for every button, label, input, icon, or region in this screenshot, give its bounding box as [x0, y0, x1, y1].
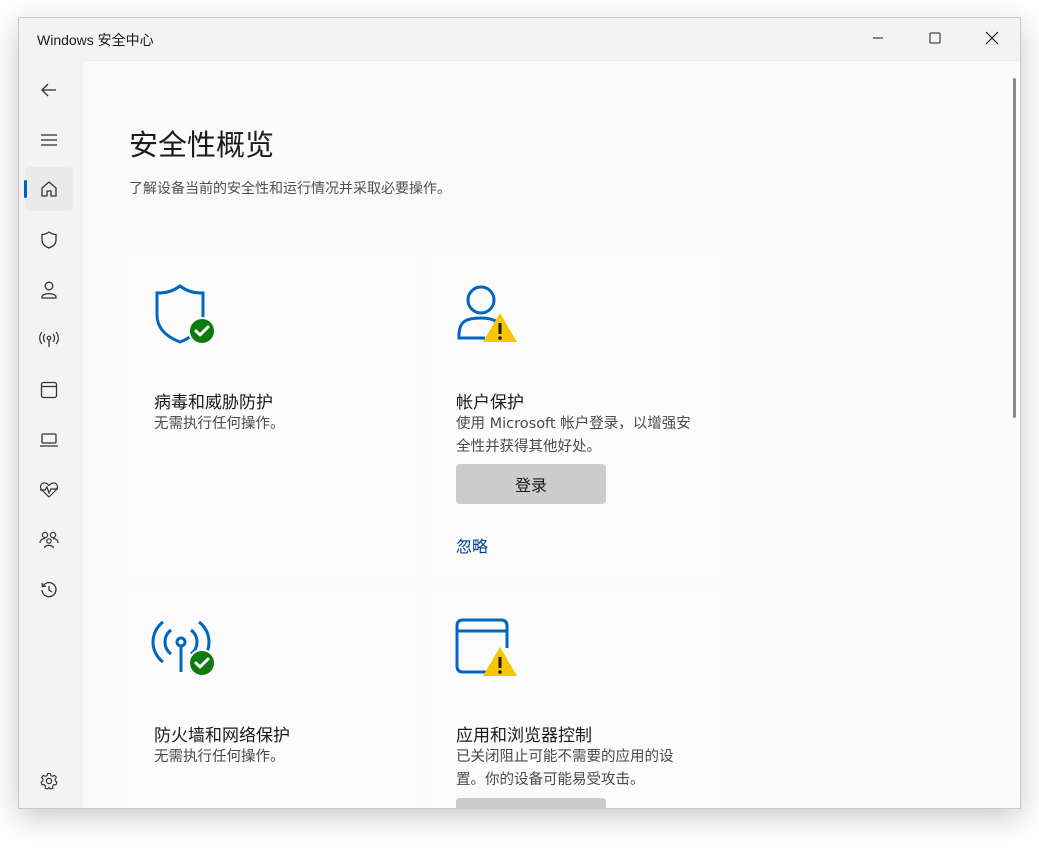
antenna-check-icon	[151, 620, 216, 677]
hamburger-menu-icon	[41, 134, 57, 146]
history-icon	[41, 582, 57, 598]
wireless-antenna-icon	[39, 331, 59, 347]
card-title: 应用和浏览器控制	[456, 726, 592, 746]
sidebar-item-account-protection[interactable]	[25, 268, 73, 312]
card-description: 无需执行任何操作。	[154, 749, 285, 765]
heart-pulse-icon	[39, 482, 59, 498]
minimize-button[interactable]	[849, 18, 906, 58]
page-title: 安全性概览	[129, 128, 275, 162]
back-button[interactable]	[25, 68, 73, 112]
card-description: 无需执行任何操作。	[154, 416, 285, 432]
person-icon	[41, 281, 57, 299]
scrollbar-thumb[interactable]	[1013, 78, 1016, 418]
window-warning-icon	[455, 618, 517, 676]
page-subtitle: 了解设备当前的安全性和运行情况并采取必要操作。	[129, 181, 451, 197]
card-title: 防火墙和网络保护	[154, 726, 290, 746]
app-window: Windows 安全中心 安全性概览 了解设备当前的安全性和运行情况并采取必要操…	[18, 17, 1021, 809]
settings-button[interactable]	[25, 759, 73, 803]
back-arrow-icon	[41, 83, 56, 97]
home-icon	[41, 181, 57, 197]
card-description: 已关闭阻止可能不需要的应用的设置。你的设备可能易受攻击。	[456, 749, 674, 788]
sidebar-item-virus-protection[interactable]	[25, 218, 73, 262]
card-title: 病毒和威胁防护	[154, 393, 273, 413]
sidebar-item-app-browser-control[interactable]	[25, 368, 73, 412]
card-account-protection[interactable]: 帐户保护 使用 Microsoft 帐户登录，以增强安全性并获得其他好处。 登录…	[431, 256, 721, 578]
laptop-icon	[40, 433, 58, 447]
card-title: 帐户保护	[456, 393, 524, 413]
window-title: Windows 安全中心	[37, 32, 154, 48]
title-bar: Windows 安全中心	[19, 18, 1020, 58]
menu-toggle-button[interactable]	[25, 118, 73, 162]
active-indicator	[24, 180, 27, 198]
sidebar-item-device-performance[interactable]	[25, 468, 73, 512]
close-button[interactable]	[963, 18, 1020, 58]
gear-icon	[40, 772, 58, 790]
card-app-browser-control[interactable]: 应用和浏览器控制 已关闭阻止可能不需要的应用的设置。你的设备可能易受攻击。	[431, 590, 721, 808]
dismiss-link[interactable]: 忽略	[456, 533, 488, 557]
sidebar-item-protection-history[interactable]	[25, 568, 73, 612]
sidebar-item-firewall[interactable]	[25, 318, 73, 362]
card-virus-threat-protection[interactable]: 病毒和威胁防护 无需执行任何操作。	[129, 256, 419, 578]
family-icon	[39, 531, 59, 549]
card-firewall-network-protection[interactable]: 防火墙和网络保护 无需执行任何操作。	[129, 590, 419, 808]
minimize-icon	[872, 37, 883, 39]
shield-icon	[41, 231, 57, 249]
maximize-icon	[929, 32, 940, 44]
turn-on-button[interactable]	[456, 798, 606, 808]
sidebar-item-home[interactable]	[24, 167, 73, 211]
sidebar-item-family-options[interactable]	[25, 518, 73, 562]
shield-check-icon	[155, 284, 216, 345]
sidebar-item-device-security[interactable]	[25, 418, 73, 462]
app-browser-window-icon	[40, 381, 58, 399]
sign-in-button[interactable]: 登录	[456, 464, 606, 504]
person-warning-icon	[457, 285, 517, 342]
close-icon	[985, 31, 998, 45]
card-description: 使用 Microsoft 帐户登录，以增强安全性并获得其他好处。	[456, 416, 691, 455]
maximize-button[interactable]	[906, 18, 963, 58]
